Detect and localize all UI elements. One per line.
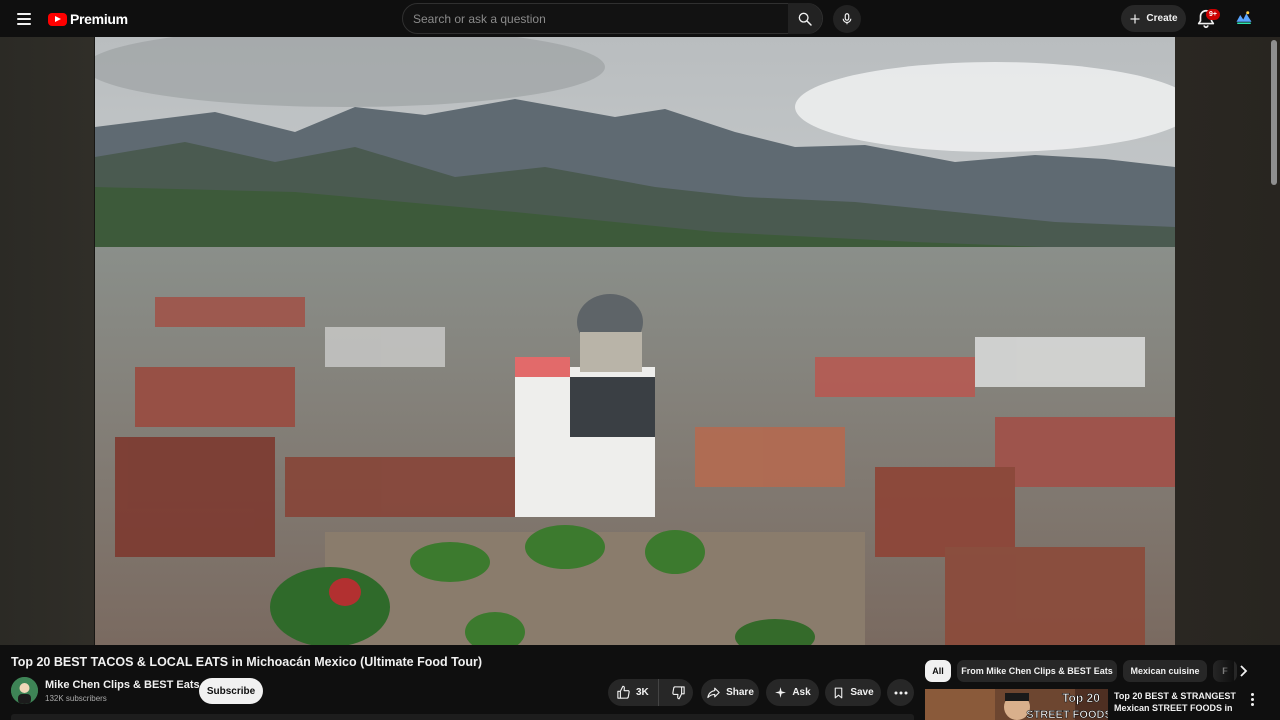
page-scrollbar[interactable]: [1271, 40, 1277, 185]
search-box: [402, 3, 823, 34]
notification-badge: 9+: [1206, 9, 1220, 20]
channel-name[interactable]: Mike Chen Clips & BEST Eats: [45, 679, 200, 691]
chevron-right-icon: [1240, 665, 1248, 677]
more-horizontal-icon: [894, 691, 907, 694]
search-button[interactable]: [788, 3, 822, 34]
more-actions-button[interactable]: [887, 679, 914, 706]
like-dislike-group: 3K: [608, 679, 693, 706]
bookmark-icon: [835, 687, 843, 698]
thumbnail-image: Top 20 STREET FOODS: [925, 689, 1108, 720]
like-count: 3K: [636, 687, 649, 698]
subscriber-count: 132K subscribers: [45, 694, 107, 703]
plus-icon: [1130, 14, 1140, 23]
voice-search-button[interactable]: [833, 5, 861, 33]
share-icon: [707, 687, 720, 699]
chips-next-button[interactable]: [1232, 660, 1254, 682]
video-title: Top 20 BEST TACOS & LOCAL EATS in Michoa…: [11, 655, 483, 669]
search-icon: [798, 12, 812, 26]
dislike-button[interactable]: [664, 679, 693, 706]
top-bar: Premium Create 9+: [0, 0, 1280, 37]
channel-avatar-image: [11, 677, 38, 704]
create-button[interactable]: Create: [1121, 5, 1186, 32]
player-area: [0, 37, 1280, 645]
thumbs-down-icon: [672, 686, 685, 700]
chip-mexican-cuisine[interactable]: Mexican cuisine: [1123, 660, 1207, 682]
save-button[interactable]: Save: [825, 679, 881, 706]
ask-button[interactable]: Ask: [766, 679, 819, 706]
logo-text: Premium: [70, 11, 128, 27]
like-button[interactable]: 3K: [616, 679, 659, 706]
save-label: Save: [850, 687, 874, 698]
sparkle-icon: [775, 687, 787, 698]
menu-icon[interactable]: [10, 5, 38, 33]
youtube-premium-logo[interactable]: Premium: [48, 10, 128, 28]
related-video-menu-icon[interactable]: [1244, 690, 1260, 708]
microphone-icon: [842, 13, 852, 25]
thumbs-up-icon: [617, 685, 630, 699]
related-video-thumbnail[interactable]: Top 20 STREET FOODS: [925, 689, 1108, 720]
share-button[interactable]: Share: [701, 679, 759, 706]
youtube-play-icon: [48, 12, 67, 26]
ask-label: Ask: [792, 687, 811, 698]
chips-fade: [1212, 655, 1234, 687]
thumbnail-text-top: Top 20: [1062, 691, 1100, 705]
channel-avatar[interactable]: [11, 677, 38, 704]
share-label: Share: [726, 687, 754, 698]
create-label: Create: [1146, 13, 1178, 24]
subscribe-button[interactable]: Subscribe: [199, 678, 263, 704]
search-input[interactable]: [403, 4, 822, 33]
chip-from-channel[interactable]: From Mike Chen Clips & BEST Eats: [957, 660, 1117, 682]
description-box-edge: [11, 714, 914, 720]
video-player[interactable]: [95, 37, 1175, 645]
video-frame: [95, 37, 1175, 645]
related-video-title[interactable]: Top 20 BEST & STRANGEST Mexican STREET F…: [1114, 690, 1239, 720]
chip-all[interactable]: All: [925, 660, 951, 682]
thumbnail-text-bottom: STREET FOODS: [1026, 709, 1108, 720]
account-avatar[interactable]: [1235, 9, 1253, 27]
